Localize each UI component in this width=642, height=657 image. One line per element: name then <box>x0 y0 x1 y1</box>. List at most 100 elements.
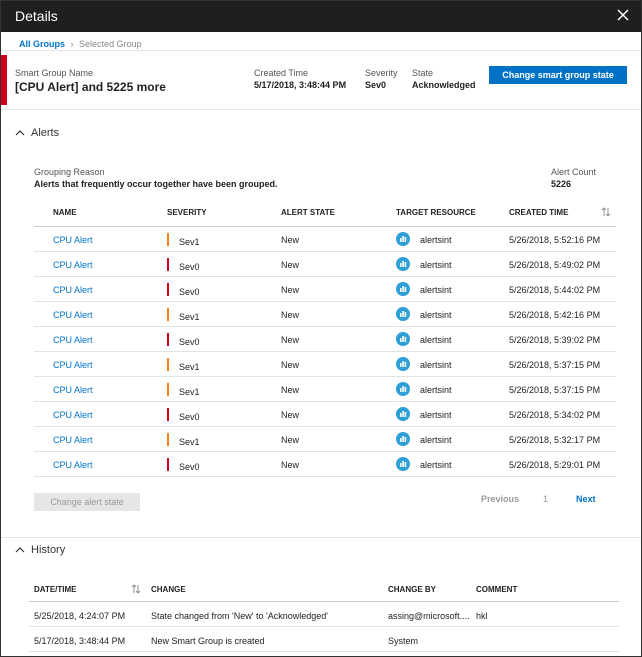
table-row[interactable]: CPU Alert Sev0 New alertsint 5/26/2018, 5:44… <box>34 277 616 302</box>
alert-severity: Sev0 <box>179 337 200 347</box>
table-row[interactable]: CPU Alert Sev0 New alertsint 5/26/2018, 5:29… <box>34 452 616 477</box>
sort-icon[interactable] <box>131 584 141 594</box>
divider <box>1 537 641 538</box>
alert-count-value: 5226 <box>551 179 572 189</box>
table-row: 5/25/2018, 4:24:07 PM State changed from … <box>29 602 619 627</box>
column-header-change[interactable]: CHANGE <box>151 585 186 594</box>
alert-name-link[interactable]: CPU Alert <box>53 460 93 470</box>
alert-target-resource: alertsint <box>420 360 452 370</box>
alert-state: New <box>281 335 300 345</box>
column-header-name[interactable]: NAME <box>53 208 77 217</box>
table-row: 5/17/2018, 3:48:44 PM New Smart Group is … <box>29 627 619 652</box>
alert-severity: Sev1 <box>179 362 200 372</box>
title-bar: Details <box>1 1 641 32</box>
column-header-change-by[interactable]: CHANGE BY <box>388 585 436 594</box>
column-header-created-time[interactable]: CREATED TIME <box>509 208 568 217</box>
alert-state: New <box>281 410 300 420</box>
alerts-section-title: Alerts <box>31 127 60 139</box>
created-time-value: 5/17/2018, 3:48:44 PM <box>254 80 347 90</box>
table-row[interactable]: CPU Alert Sev1 New alertsint 5/26/2018, 5:42… <box>34 302 616 327</box>
alert-severity: Sev0 <box>179 262 200 272</box>
close-icon[interactable] <box>615 7 631 23</box>
alerts-table-header: NAME SEVERITY ALERT STATE TARGET RESOURC… <box>34 201 616 227</box>
column-header-target-resource[interactable]: TARGET RESOURCE <box>396 208 476 217</box>
alert-target-resource: alertsint <box>420 335 452 345</box>
severity-color-bar <box>167 458 169 471</box>
column-header-severity[interactable]: SEVERITY <box>167 208 207 217</box>
grouping-reason-label: Grouping Reason <box>34 167 105 177</box>
alert-created-time: 5/26/2018, 5:37:15 PM <box>509 360 601 370</box>
history-change-by: System <box>388 636 419 646</box>
history-table-header: DATE/TIME CHANGE CHANGE BY COMMENT <box>29 576 619 602</box>
severity-color-bar <box>167 308 169 321</box>
alert-name-link[interactable]: CPU Alert <box>53 360 93 370</box>
severity-color-bar <box>167 333 169 346</box>
severity-color-bar <box>167 258 169 271</box>
column-header-datetime[interactable]: DATE/TIME <box>34 585 77 594</box>
history-change: State changed from 'New' to 'Acknowledge… <box>151 611 328 621</box>
alert-name-link[interactable]: CPU Alert <box>53 235 93 245</box>
alert-name-link[interactable]: CPU Alert <box>53 310 93 320</box>
table-row[interactable]: CPU Alert Sev0 New alertsint 5/26/2018, 5:39… <box>34 327 616 352</box>
breadcrumb: All Groups › Selected Group <box>19 39 142 49</box>
alert-state: New <box>281 260 300 270</box>
alert-name-link[interactable]: CPU Alert <box>53 435 93 445</box>
severity-color-bar <box>167 283 169 296</box>
alert-severity: Sev0 <box>179 287 200 297</box>
pager-page-number[interactable]: 1 <box>543 494 548 504</box>
table-row[interactable]: CPU Alert Sev1 New alertsint 5/26/2018, 5:37… <box>34 377 616 402</box>
column-header-comment[interactable]: COMMENT <box>476 585 517 594</box>
breadcrumb-all-groups[interactable]: All Groups <box>19 39 65 49</box>
monitor-resource-icon <box>396 332 410 346</box>
monitor-resource-icon <box>396 282 410 296</box>
severity-color-bar <box>167 433 169 446</box>
alert-target-resource: alertsint <box>420 460 452 470</box>
divider <box>1 109 641 110</box>
history-datetime: 5/17/2018, 3:48:44 PM <box>34 636 126 646</box>
table-row[interactable]: CPU Alert Sev1 New alertsint 5/26/2018, 5:37… <box>34 352 616 377</box>
history-table: DATE/TIME CHANGE CHANGE BY COMMENT 5/25/… <box>29 576 619 652</box>
alert-state: New <box>281 285 300 295</box>
alert-severity: Sev0 <box>179 412 200 422</box>
severity-label: Severity <box>365 68 398 78</box>
monitor-resource-icon <box>396 232 410 246</box>
alert-name-link[interactable]: CPU Alert <box>53 335 93 345</box>
severity-color-bar <box>167 358 169 371</box>
panel-title: Details <box>15 8 58 24</box>
details-panel: Details All Groups › Selected Group Smar… <box>0 0 642 657</box>
change-smart-group-state-button[interactable]: Change smart group state <box>489 66 627 84</box>
alerts-table: NAME SEVERITY ALERT STATE TARGET RESOURC… <box>34 201 616 477</box>
change-alert-state-button[interactable]: Change alert state <box>34 493 140 511</box>
history-comment: hkl <box>476 611 488 621</box>
smart-group-name-label: Smart Group Name <box>15 68 94 78</box>
pager-previous-button[interactable]: Previous <box>481 494 519 504</box>
alert-created-time: 5/26/2018, 5:37:15 PM <box>509 385 601 395</box>
alerts-section-header[interactable]: Alerts <box>15 127 59 139</box>
history-section-header[interactable]: History <box>15 544 65 556</box>
pager-next-button[interactable]: Next <box>576 494 596 504</box>
history-change-by: assing@microsoft.... <box>388 611 470 621</box>
severity-indicator-bar <box>1 55 7 105</box>
alert-name-link[interactable]: CPU Alert <box>53 410 93 420</box>
alert-name-link[interactable]: CPU Alert <box>53 260 93 270</box>
column-header-alert-state[interactable]: ALERT STATE <box>281 208 335 217</box>
table-row[interactable]: CPU Alert Sev1 New alertsint 5/26/2018, 5:32… <box>34 427 616 452</box>
table-row[interactable]: CPU Alert Sev0 New alertsint 5/26/2018, 5:49… <box>34 252 616 277</box>
table-row[interactable]: CPU Alert Sev1 New alertsint 5/26/2018, 5:52… <box>34 227 616 252</box>
alert-severity: Sev1 <box>179 387 200 397</box>
table-row[interactable]: CPU Alert Sev0 New alertsint 5/26/2018, 5:34… <box>34 402 616 427</box>
alert-target-resource: alertsint <box>420 235 452 245</box>
severity-value: Sev0 <box>365 80 387 90</box>
alert-state: New <box>281 460 300 470</box>
severity-color-bar <box>167 383 169 396</box>
alert-state: New <box>281 235 300 245</box>
alert-name-link[interactable]: CPU Alert <box>53 285 93 295</box>
monitor-resource-icon <box>396 357 410 371</box>
alert-state: New <box>281 310 300 320</box>
sort-icon[interactable] <box>601 207 611 217</box>
alert-name-link[interactable]: CPU Alert <box>53 385 93 395</box>
alert-created-time: 5/26/2018, 5:44:02 PM <box>509 285 601 295</box>
alert-created-time: 5/26/2018, 5:39:02 PM <box>509 335 601 345</box>
alert-target-resource: alertsint <box>420 285 452 295</box>
chevron-up-icon <box>15 547 25 553</box>
